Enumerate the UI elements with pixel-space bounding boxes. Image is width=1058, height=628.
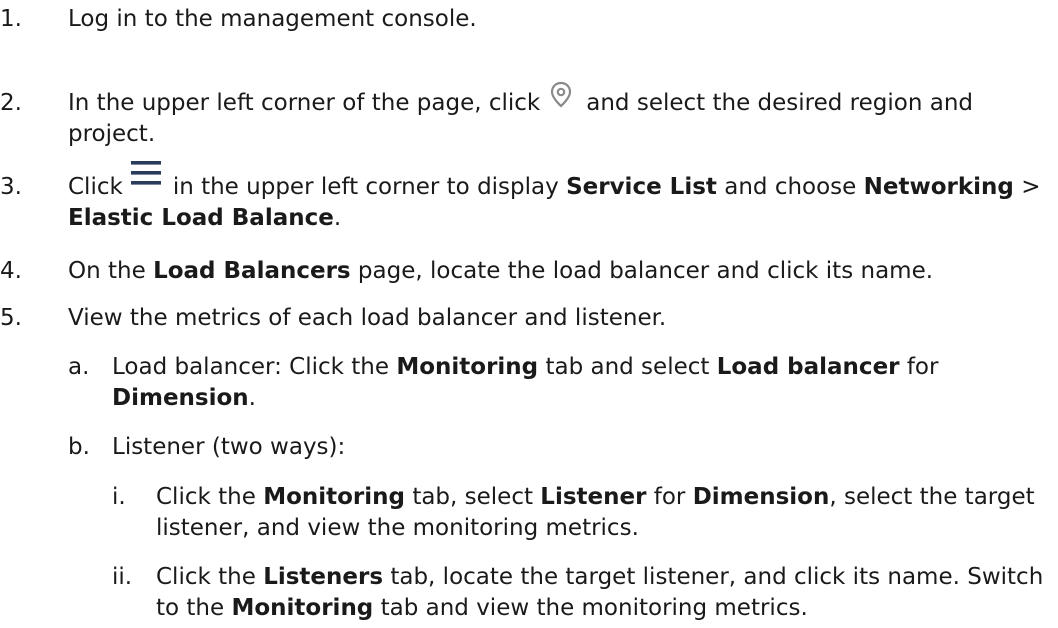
step-text: Click in the upper left corner to display… bbox=[68, 161, 1048, 234]
step-number: 2. bbox=[0, 90, 22, 116]
step-text: Log in to the management console. bbox=[68, 6, 477, 32]
subsubstep-roman: i. bbox=[112, 484, 126, 510]
step-number: 4. bbox=[0, 258, 22, 284]
step-number: 3. bbox=[0, 174, 22, 200]
step-text: View the metrics of each load balancer a… bbox=[68, 305, 667, 331]
step-number: 1. bbox=[0, 6, 22, 32]
location-pin-icon bbox=[546, 80, 576, 110]
hamburger-menu-icon bbox=[129, 158, 163, 188]
substep-text: Listener (two ways): bbox=[112, 434, 346, 460]
procedure-document: 1. Log in to the management console. 2. … bbox=[0, 0, 1058, 628]
substep-letter: a. bbox=[68, 354, 90, 380]
substep-text: Load balancer: Click the Monitoring tab … bbox=[112, 354, 939, 411]
step-text: On the Load Balancers page, locate the l… bbox=[68, 258, 934, 284]
subsubstep-roman: ii. bbox=[112, 564, 133, 590]
subsubstep-text: Click the Monitoring tab, select Listene… bbox=[156, 484, 1035, 541]
step-text: In the upper left corner of the page, cl… bbox=[68, 81, 1048, 150]
step-number: 5. bbox=[0, 305, 22, 331]
subsubstep-text: Click the Listeners tab, locate the targ… bbox=[156, 564, 1044, 621]
substep-letter: b. bbox=[68, 434, 90, 460]
